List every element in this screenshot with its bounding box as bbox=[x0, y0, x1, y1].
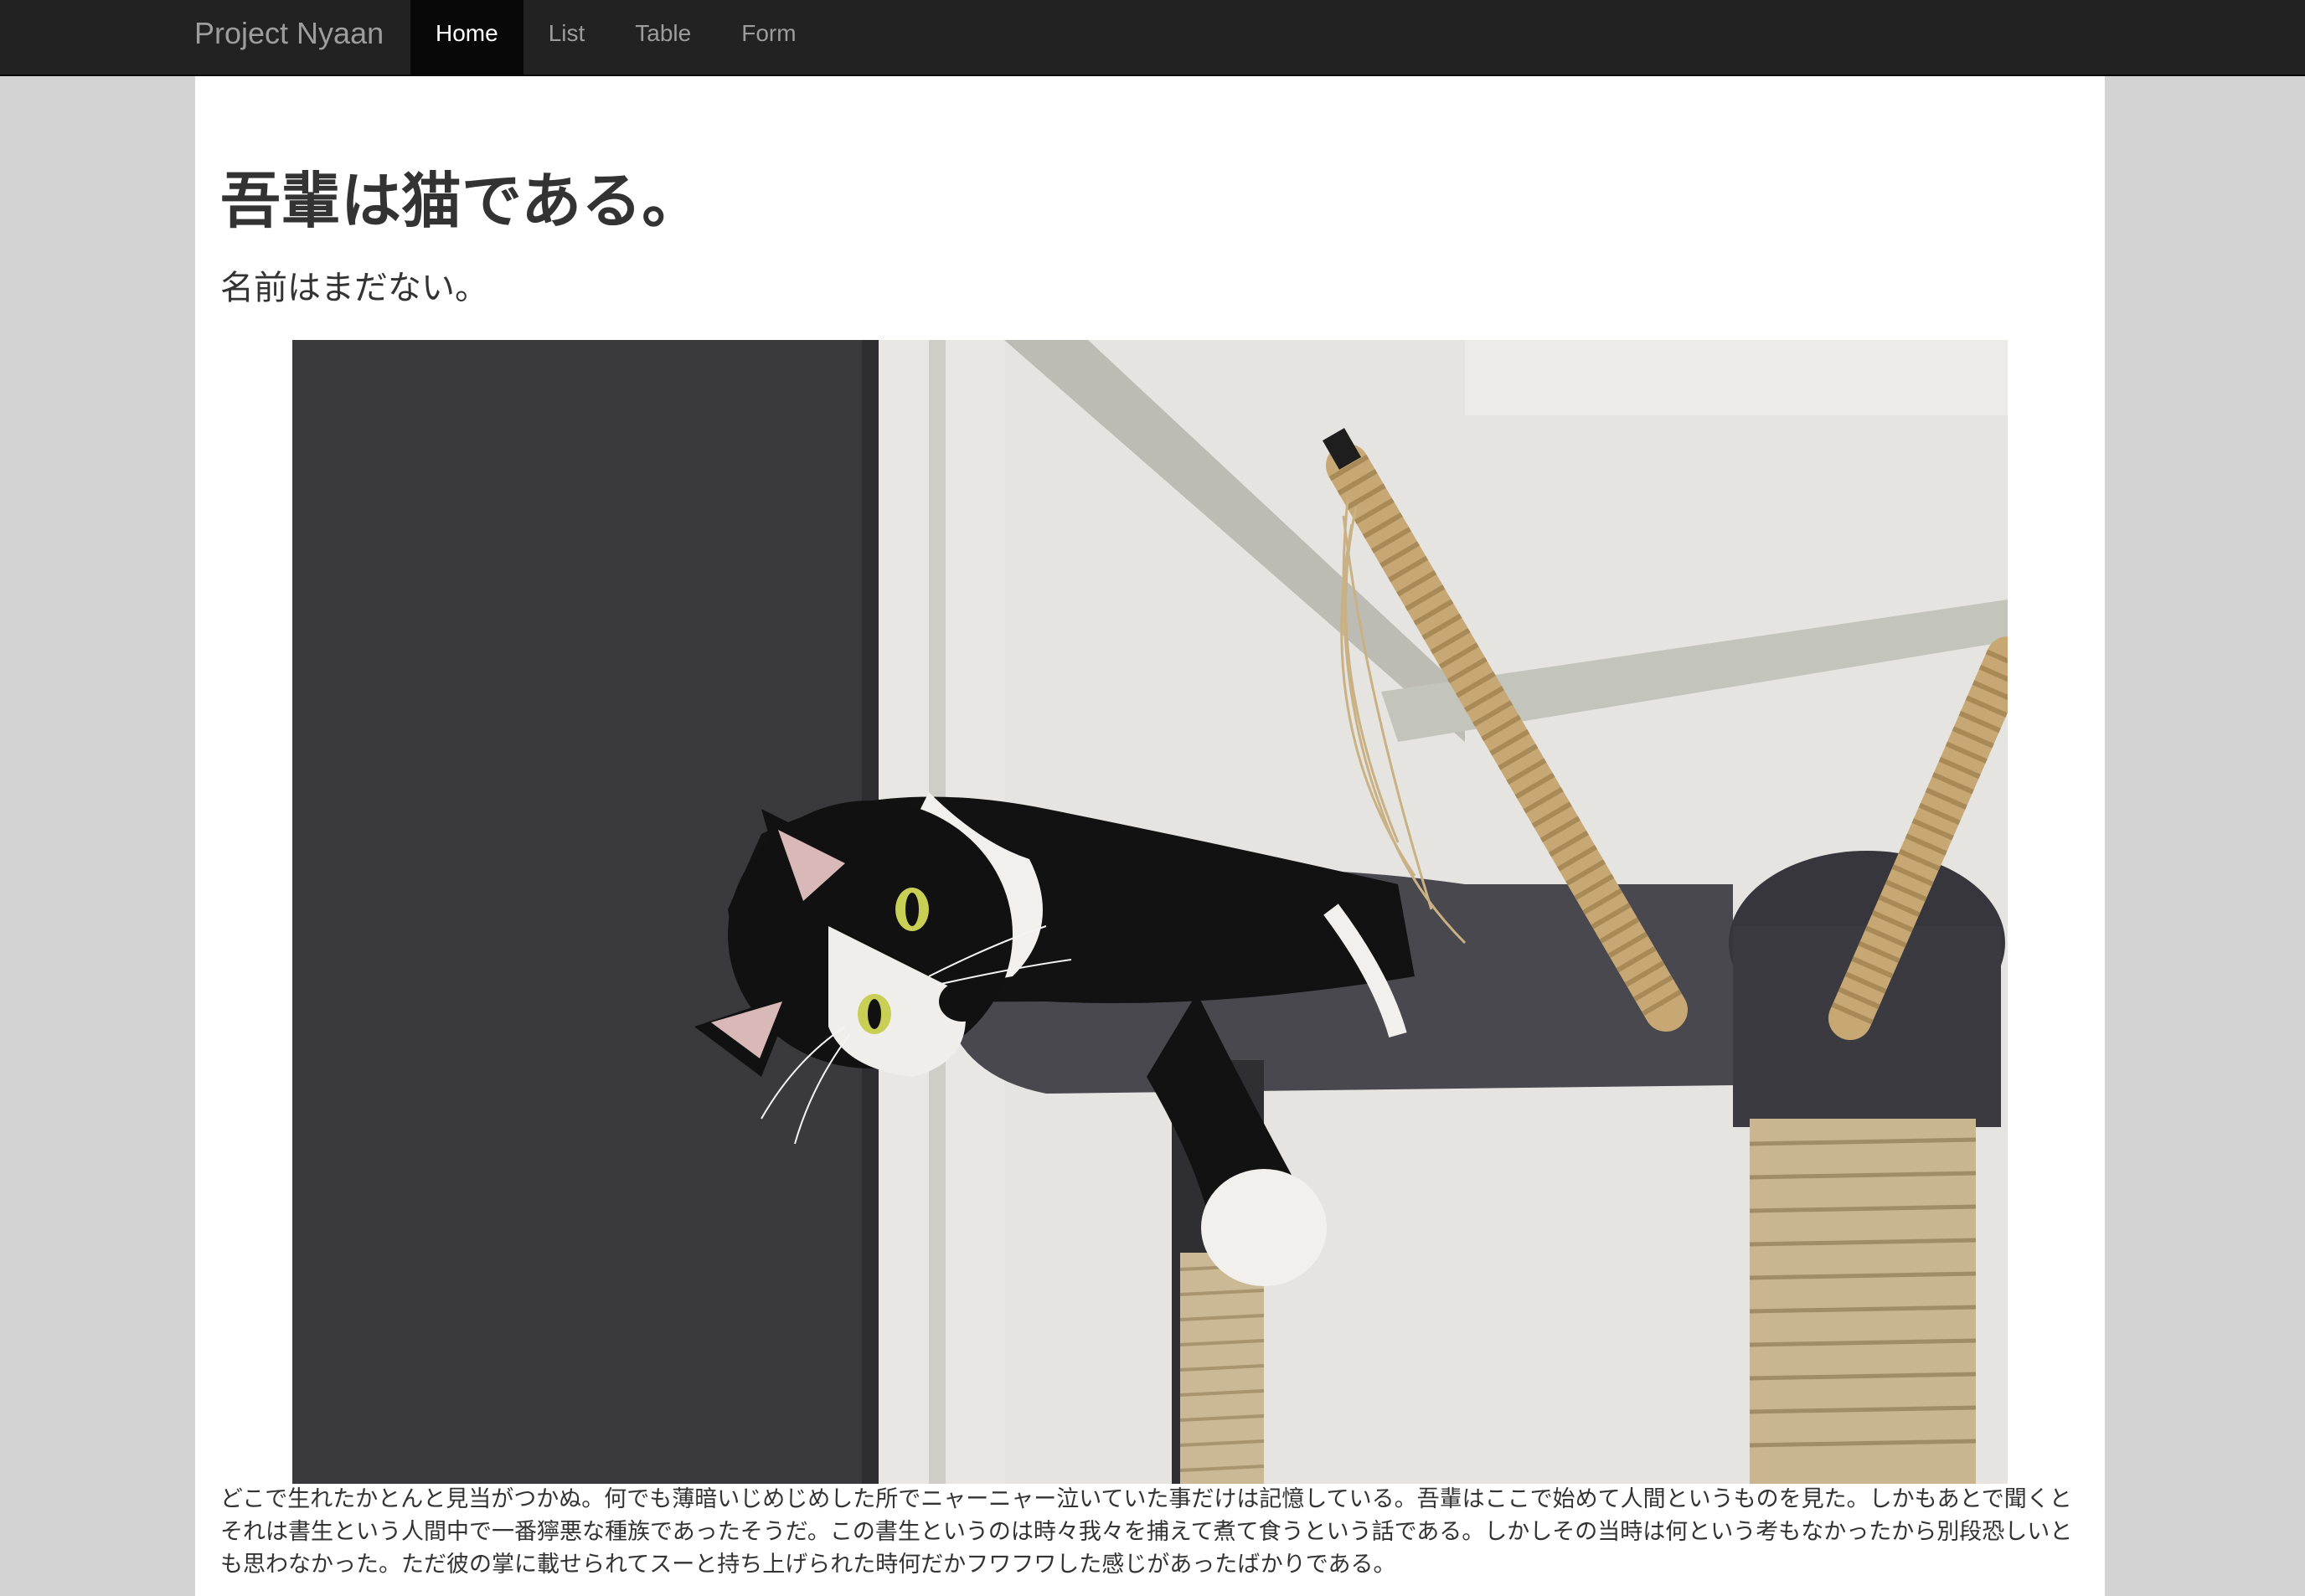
body-paragraph: どこで生れたかとんと見当がつかぬ。何でも薄暗いじめじめした所でニャーニャー泣いて… bbox=[220, 1486, 2073, 1578]
nav-item-table[interactable]: Table bbox=[610, 0, 716, 75]
cat-photo bbox=[292, 340, 2008, 1484]
nav-item-form[interactable]: Form bbox=[716, 0, 821, 75]
top-navbar: Project Nyaan Home List Table Form bbox=[0, 0, 2305, 76]
nav-item-list[interactable]: List bbox=[523, 0, 611, 75]
brand-link[interactable]: Project Nyaan bbox=[194, 0, 384, 75]
page-subtitle: 名前はまだない。 bbox=[220, 269, 488, 307]
nav-item-home[interactable]: Home bbox=[410, 0, 523, 75]
main-content: 吾輩は猫である。 名前はまだない。 どこで生れたかとんと見当がつかぬ。何でも薄暗… bbox=[195, 76, 2105, 1596]
nav-menu: Home List Table Form bbox=[410, 0, 822, 75]
page-title: 吾輩は猫である。 bbox=[220, 166, 703, 236]
